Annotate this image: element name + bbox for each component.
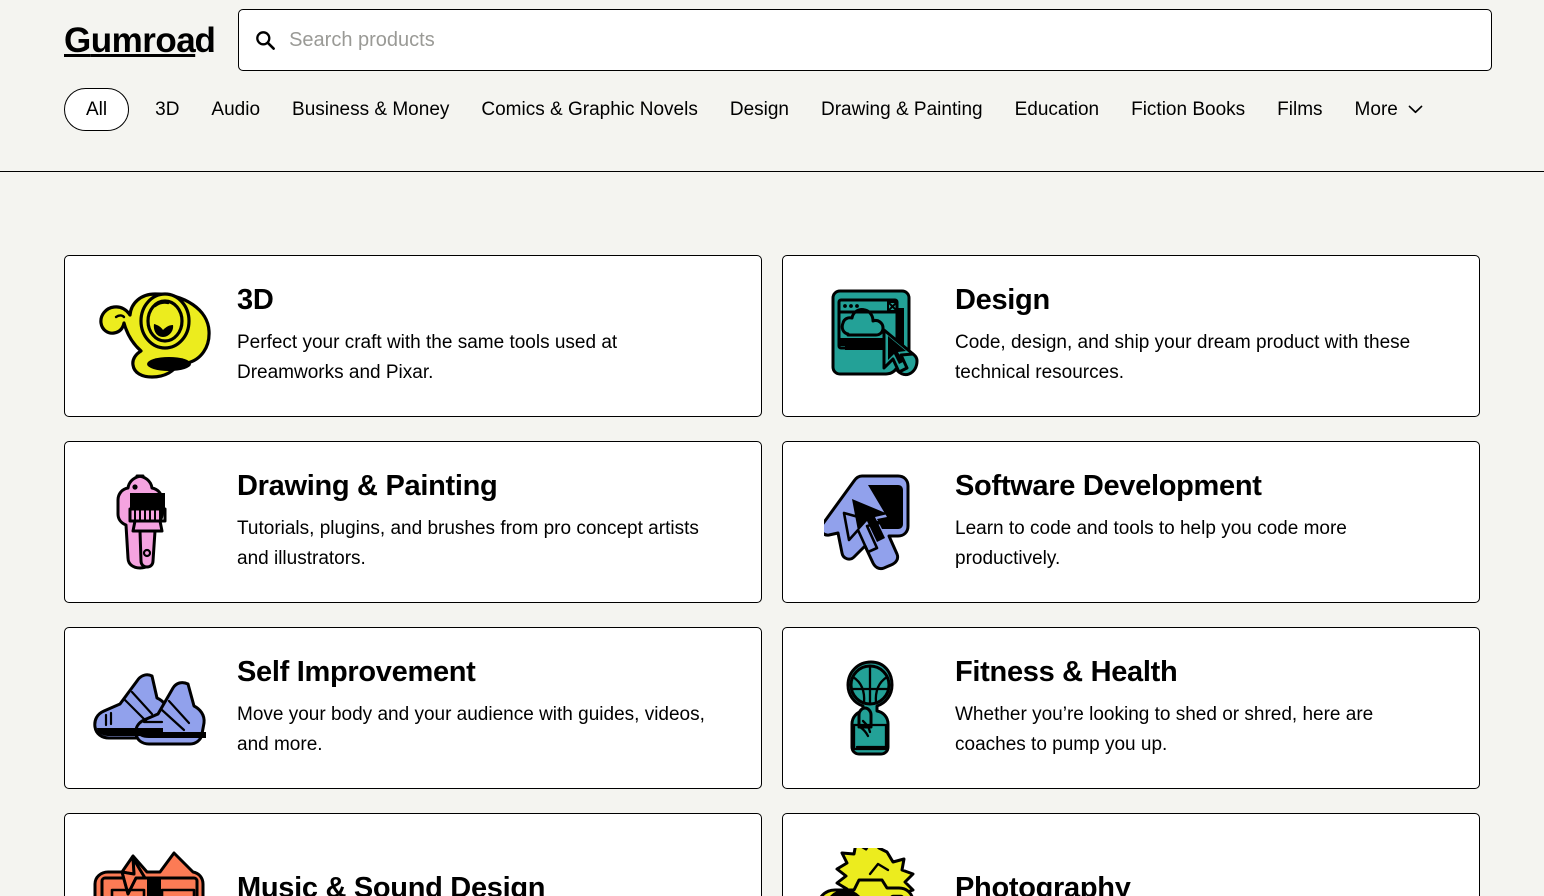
discover-main: 3D Perfect your craft with the same tool… [0, 172, 1544, 896]
nav-item-all[interactable]: All [64, 87, 130, 131]
nav-item-fiction-books[interactable]: Fiction Books [1131, 100, 1245, 119]
cursor-arrow-icon [809, 470, 933, 574]
category-grid: 3D Perfect your craft with the same tool… [64, 255, 1480, 896]
header-top-bar: Gumroab [0, 0, 1544, 72]
nav-item-3d[interactable]: 3D [155, 100, 179, 119]
category-title: Fitness & Health [955, 656, 1178, 689]
nav-item-business-money[interactable]: Business & Money [292, 100, 449, 119]
blob-3d-icon [91, 284, 215, 388]
category-card-software-development[interactable]: Software Development Learn to code and t… [782, 441, 1480, 603]
nav-item-education[interactable]: Education [1015, 100, 1100, 119]
search-wrapper [238, 9, 1492, 71]
nav-item-audio[interactable]: Audio [211, 100, 260, 119]
category-card-self-improvement[interactable]: Self Improvement Move your body and your… [64, 627, 762, 789]
card-body: Music & Sound Design [237, 872, 737, 896]
card-body: Drawing & Painting Tutorials, plugins, a… [237, 470, 737, 574]
category-nav: All 3D Audio Business & Money Comics & G… [0, 72, 1544, 146]
nav-item-drawing-painting[interactable]: Drawing & Painting [821, 100, 983, 119]
category-description: Tutorials, plugins, and brushes from pro… [237, 517, 699, 569]
category-title: Drawing & Painting [237, 470, 498, 503]
category-title: 3D [237, 284, 274, 317]
category-card-music-sound-design[interactable]: Music & Sound Design [64, 813, 762, 896]
camera-flash-icon [809, 842, 933, 896]
nav-more-label: More [1354, 98, 1398, 120]
card-body: Software Development Learn to code and t… [955, 470, 1455, 574]
nav-item-comics-graphic-novels[interactable]: Comics & Graphic Novels [481, 100, 697, 119]
nav-item-design[interactable]: Design [730, 100, 789, 119]
category-description: Learn to code and tools to help you code… [955, 517, 1347, 569]
category-title: Design [955, 284, 1050, 317]
category-description: Code, design, and ship your dream produc… [955, 331, 1411, 383]
category-title: Photography [955, 872, 1131, 896]
gumroad-logo[interactable]: Gumroab [64, 21, 216, 60]
category-card-fitness-health[interactable]: Fitness & Health Whether you’re looking … [782, 627, 1480, 789]
search-input[interactable] [289, 10, 1475, 70]
card-body: Design Code, design, and ship your dream… [955, 284, 1455, 388]
category-description: Whether you’re looking to shed or shred,… [955, 703, 1374, 755]
card-body: Fitness & Health Whether you’re looking … [955, 656, 1455, 760]
nav-more-button[interactable]: More [1355, 100, 1423, 119]
category-title: Self Improvement [237, 656, 476, 689]
category-title: Software Development [955, 470, 1262, 503]
category-description: Perfect your craft with the same tools u… [237, 331, 618, 383]
category-card-design[interactable]: Design Code, design, and ship your dream… [782, 255, 1480, 417]
category-card-3d[interactable]: 3D Perfect your craft with the same tool… [64, 255, 762, 417]
cassette-tape-icon [91, 842, 215, 896]
category-description: Move your body and your audience with gu… [237, 703, 705, 755]
category-title: Music & Sound Design [237, 872, 546, 896]
card-body: 3D Perfect your craft with the same tool… [237, 284, 737, 388]
card-body: Photography [955, 872, 1455, 896]
browser-window-cursor-icon [809, 284, 933, 388]
hand-basketball-icon [809, 656, 933, 760]
sneakers-icon [91, 656, 215, 760]
search-box[interactable] [238, 9, 1492, 71]
category-card-photography[interactable]: Photography [782, 813, 1480, 896]
chevron-down-icon [1408, 105, 1423, 114]
site-header: Gumroab All 3D Audio Business & Money Co… [0, 0, 1544, 172]
paintbrush-icon [91, 470, 215, 574]
search-icon [255, 30, 289, 50]
card-body: Self Improvement Move your body and your… [237, 656, 737, 760]
nav-item-films[interactable]: Films [1277, 100, 1322, 119]
category-card-drawing-painting[interactable]: Drawing & Painting Tutorials, plugins, a… [64, 441, 762, 603]
